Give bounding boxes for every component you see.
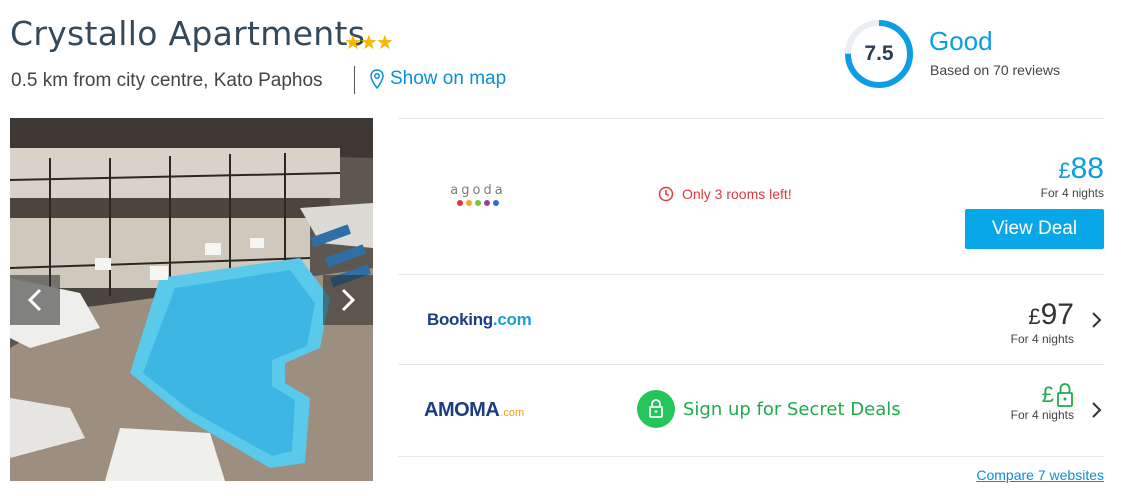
divider [398,118,1104,119]
price-currency: £ [1028,304,1041,329]
price-currency: £ [1058,158,1071,183]
booking-logo[interactable]: Booking.com [427,310,532,330]
compare-websites-link[interactable]: Compare 7 websites [976,467,1104,483]
price-nights: For 4 nights [1040,186,1104,200]
deal-price-amoma[interactable]: £ For 4 nights [1011,382,1074,422]
chevron-left-icon [27,288,42,312]
divider [398,364,1104,365]
amoma-logo[interactable]: AMOMA .com [424,399,524,422]
agoda-logo-text: agoda [450,183,506,198]
rating-label: Good [929,26,993,56]
amoma-logo-main: AMOMA [424,399,500,421]
rating-review-count: Based on 70 reviews [930,62,1060,78]
hotel-photo[interactable] [10,118,373,481]
show-on-map-link[interactable]: Show on map [370,68,506,90]
hotel-name: Crystallo Apartments [10,14,366,53]
booking-logo-main: Booking [427,310,493,329]
deal-price-booking[interactable]: £97 For 4 nights [1011,298,1074,346]
star-rating: ★★★ [344,32,394,54]
divider [398,456,1104,457]
urgency-message: Only 3 rooms left! [658,186,792,202]
price-amount: 88 [1070,152,1104,185]
chevron-right-icon [341,288,356,312]
photo-prev-button[interactable] [10,275,60,325]
secret-deals-signup[interactable]: Sign up for Secret Deals [637,390,901,428]
price-nights: For 4 nights [1010,332,1074,346]
price-nights: For 4 nights [1010,408,1074,422]
price-amount: 97 [1040,298,1074,331]
lock-icon [649,399,663,418]
lock-icon [1057,383,1073,407]
agoda-logo[interactable]: agoda [444,183,512,206]
secret-deals-badge [637,390,675,428]
booking-logo-suffix: .com [492,310,532,329]
hotel-photo-image [10,118,373,481]
photo-next-button[interactable] [323,275,373,325]
deal-price-agoda[interactable]: £88 For 4 nights [1041,152,1104,200]
divider [354,66,355,94]
view-deal-button[interactable]: View Deal [965,209,1104,249]
clock-icon [658,186,674,202]
show-on-map-label: Show on map [390,68,507,89]
divider [398,274,1104,275]
hotel-location: 0.5 km from city centre, Kato Paphos [11,70,323,91]
agoda-logo-dots [444,200,512,206]
rating-score: 7.5 [864,42,894,65]
urgency-text: Only 3 rooms left! [682,186,792,202]
amoma-logo-suffix: .com [500,407,525,419]
chevron-right-icon[interactable] [1089,311,1103,329]
price-currency: £ [1041,382,1054,407]
chevron-right-icon[interactable] [1089,401,1103,419]
map-pin-icon [370,69,384,89]
secret-deals-text: Sign up for Secret Deals [683,398,901,420]
